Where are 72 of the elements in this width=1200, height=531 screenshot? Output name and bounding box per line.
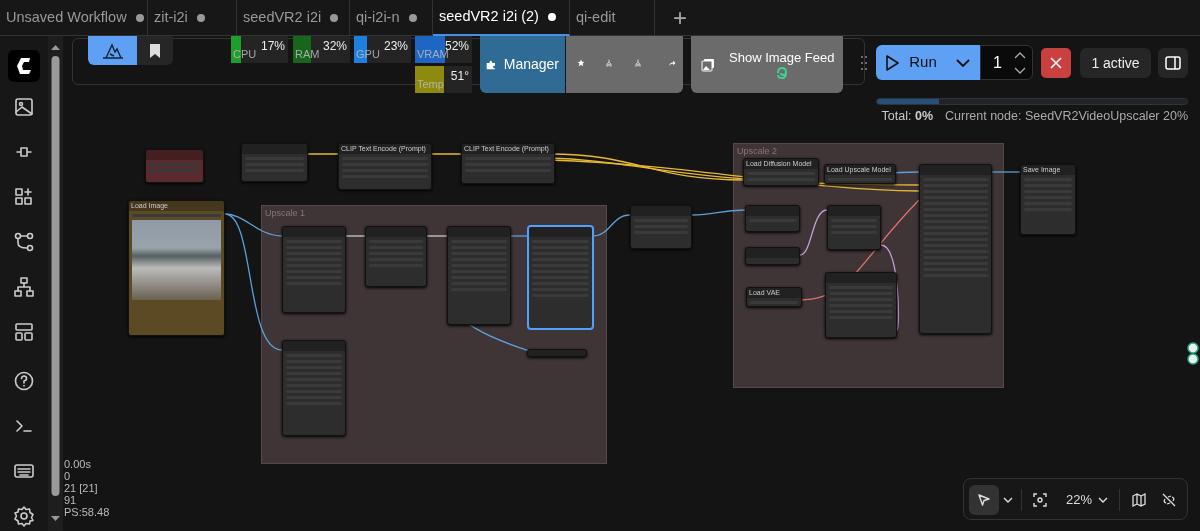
logo-button[interactable] [88,36,137,65]
chevron-down-icon [956,58,970,67]
select-tool-button[interactable] [969,485,999,515]
meter-reading: 32% [322,38,347,55]
stat-text: PS:58.48 [64,506,110,518]
graph-node[interactable] [282,340,346,436]
image-feed-button[interactable]: Show Image Feed [691,36,843,93]
graph-node[interactable] [745,205,800,232]
layout-icon[interactable] [13,321,35,343]
graph-node[interactable] [282,226,346,313]
wire [691,209,746,216]
run-options-button[interactable] [946,45,980,80]
cancel-button[interactable] [1041,48,1071,78]
stat-text: 0.00s [64,458,92,470]
group-title: Upscale 1 [265,207,306,220]
pointer-icon [977,493,991,507]
bookmark-icon [149,43,161,58]
settings-icon[interactable] [13,505,35,527]
run-button[interactable]: Run [876,45,946,80]
graph-node[interactable] [919,164,992,334]
drag-handle-icon[interactable] [860,55,868,71]
queue-button[interactable]: 1 active [1080,48,1151,78]
new-tab-button[interactable]: + [661,0,699,35]
meter-reading: 23% [383,38,408,55]
blocks-icon[interactable] [13,186,35,208]
help-icon[interactable] [13,370,35,392]
graph-node[interactable] [241,143,308,182]
image-icon[interactable] [13,96,35,118]
meter-reading: 51° [450,68,469,85]
close-icon [1050,57,1062,69]
play-icon [885,54,900,71]
bookmark-button[interactable] [137,36,173,65]
stat-text: 91 [64,494,78,506]
graph-node[interactable] [365,226,427,287]
panel-toggle-button[interactable] [1158,48,1188,78]
wire [592,214,631,237]
stat-text: 0 [64,470,72,482]
link-off-icon [1162,493,1176,507]
progress-total: Total: 0% [881,108,933,125]
focus-icon [1033,493,1047,507]
stepper-icon [1014,50,1026,75]
wire [345,235,366,237]
current-node-status: Current node: SeedVR2VideoUpscaler 20% [945,108,1188,125]
stat-text: 21 [21] [64,482,99,494]
chevron-down-icon [1003,497,1013,503]
graph-node[interactable] [447,226,511,325]
graph-node[interactable] [528,226,593,329]
sidebar-panel-icon [1165,56,1181,70]
map-icon [1132,493,1146,507]
zoom-button[interactable]: 22% [1060,485,1114,515]
graph-node[interactable] [745,247,800,265]
images-icon [701,57,715,72]
swirl-icon [774,65,789,80]
wire [426,235,448,237]
meter-label: Temp [417,76,444,92]
wire [510,235,529,237]
group-title: Upscale 2 [737,145,778,158]
graph-node[interactable] [630,205,692,249]
graph-node[interactable] [527,349,587,357]
logo-icon[interactable] [8,50,40,82]
hierarchy-icon[interactable] [13,276,35,298]
flow-icon[interactable] [13,231,35,253]
chevron-down-icon [1098,497,1108,503]
graph-node[interactable] [827,205,881,250]
graph-node[interactable] [825,272,897,338]
manager-button[interactable]: Manager [480,36,565,93]
batch-count-field[interactable]: 1 [980,45,1033,80]
meter-label: RAM [295,46,320,62]
wire [991,171,1021,173]
meter-reading: 17% [260,38,285,55]
graph-node[interactable] [145,149,204,183]
scrollbar[interactable] [48,36,63,531]
